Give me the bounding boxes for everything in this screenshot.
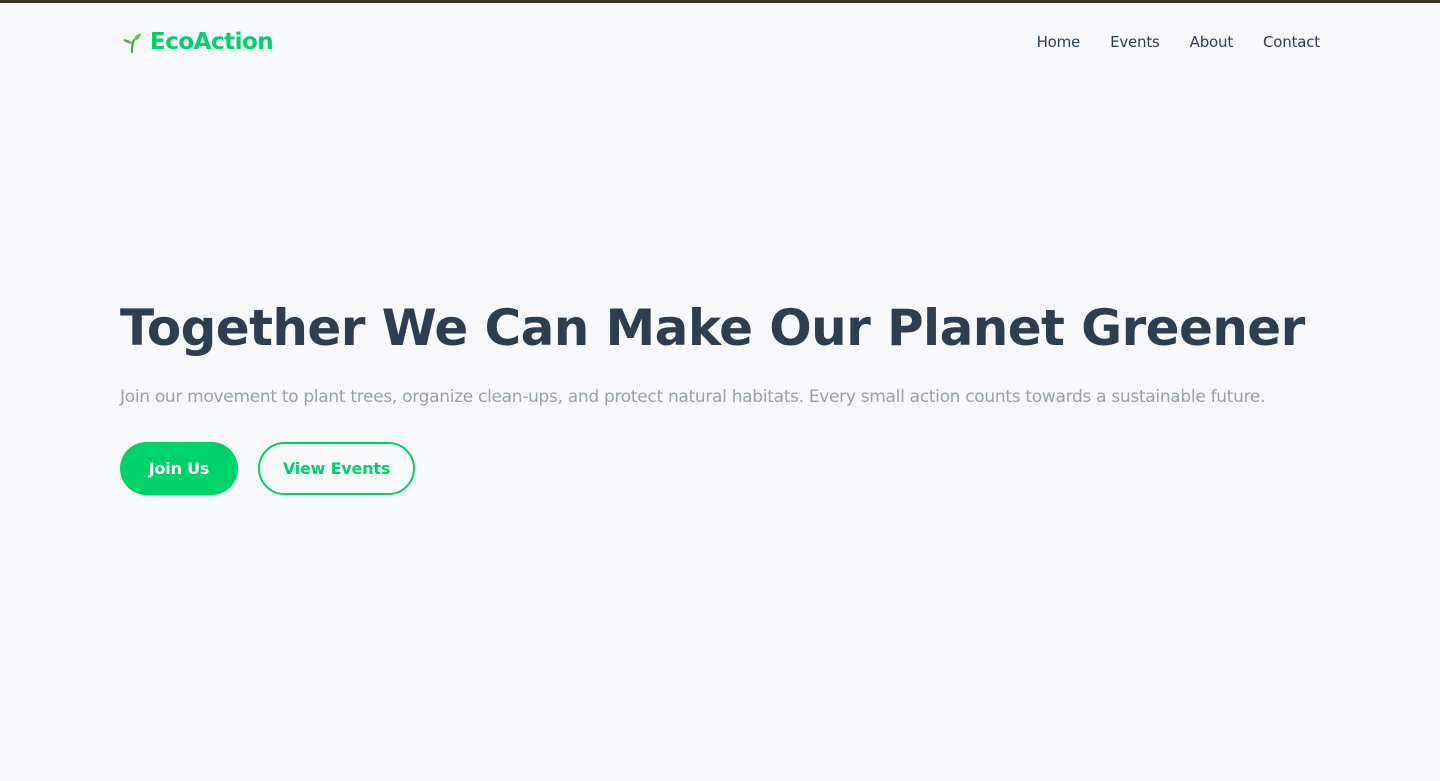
- hero-title: Together We Can Make Our Planet Greener: [120, 299, 1305, 357]
- navbar: EcoAction Home Events About Contact: [120, 24, 1320, 60]
- brand-name: EcoAction: [150, 29, 274, 55]
- view-events-button[interactable]: View Events: [258, 442, 415, 495]
- nav-item-contact[interactable]: Contact: [1263, 33, 1320, 51]
- hero-section: Together We Can Make Our Planet Greener …: [120, 298, 1320, 495]
- nav-item-events[interactable]: Events: [1110, 33, 1160, 51]
- nav-item-about[interactable]: About: [1190, 33, 1234, 51]
- nav-item-home[interactable]: Home: [1037, 33, 1081, 51]
- hero-subtitle: Join our movement to plant trees, organi…: [120, 387, 1266, 407]
- brand-logo-link[interactable]: EcoAction: [120, 29, 274, 55]
- top-border: [0, 0, 1440, 3]
- hero-actions: Join Us View Events: [120, 442, 1320, 495]
- main-nav: Home Events About Contact: [1037, 33, 1321, 51]
- seedling-icon: [120, 30, 144, 54]
- join-us-button[interactable]: Join Us: [120, 442, 238, 495]
